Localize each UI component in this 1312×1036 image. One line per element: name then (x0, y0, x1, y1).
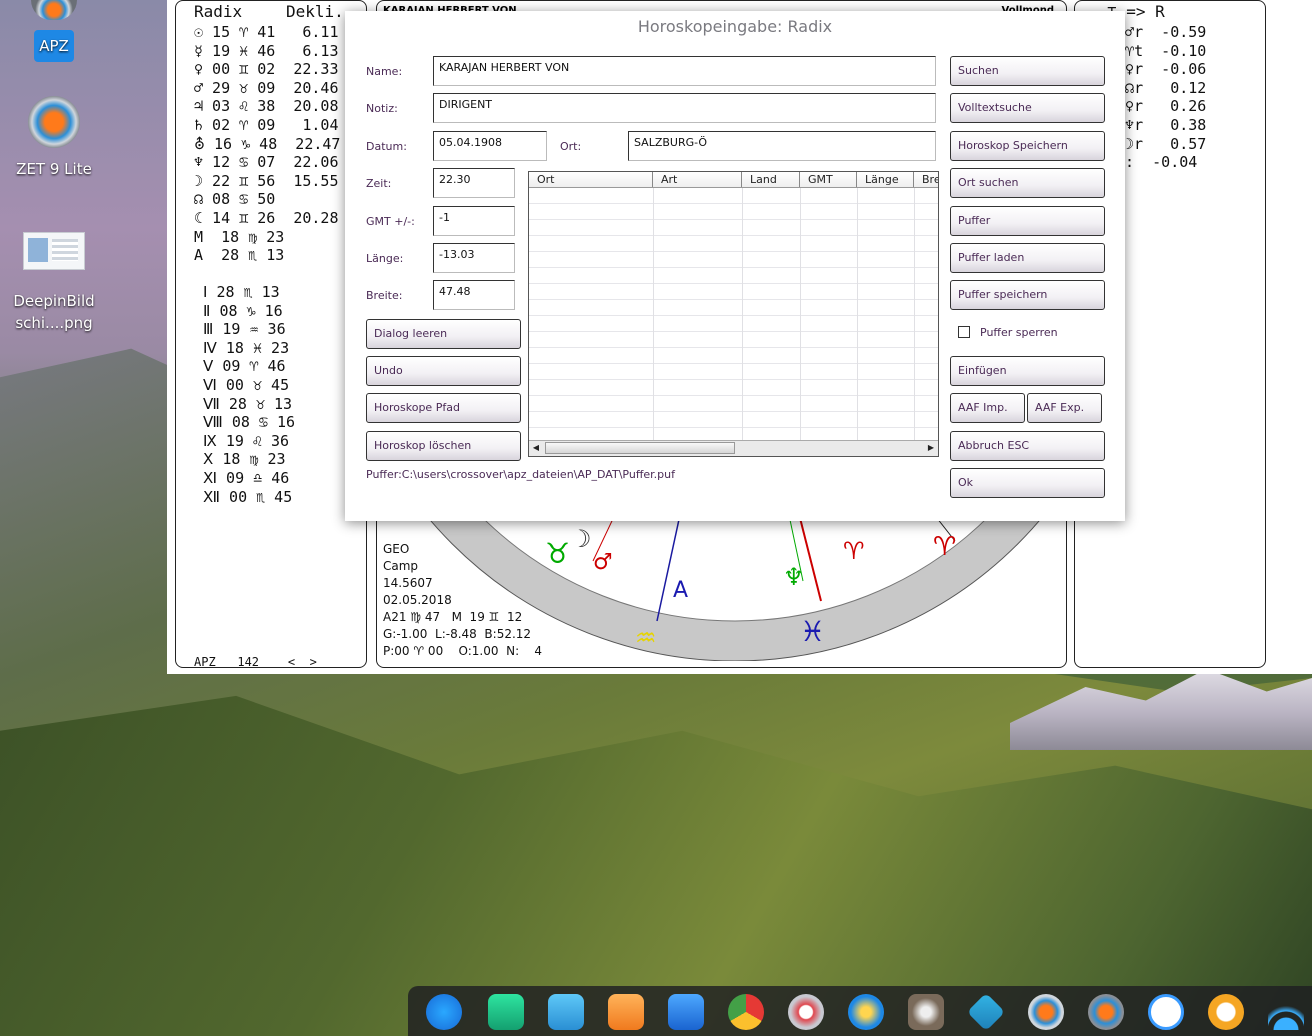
dialog-title: Horoskopeingabe: Radix (637, 17, 833, 36)
dialog-clear-button[interactable]: Dialog leeren (366, 319, 521, 349)
grid-col-laenge[interactable]: Länge (857, 172, 914, 187)
lock-buffer-label: Puffer sperren (980, 326, 1058, 339)
info-line: G:-1.00 L:-8.48 B:52.12 (383, 627, 532, 641)
svg-text:♆: ♆ (783, 563, 805, 591)
clock-icon[interactable] (1208, 994, 1244, 1030)
delete-horoscope-button[interactable]: Horoskop löschen (366, 431, 521, 461)
datum-label: Datum: (366, 140, 407, 153)
settings-icon[interactable] (788, 994, 824, 1030)
launcher-icon[interactable] (426, 994, 462, 1030)
laenge-label: Länge: (366, 252, 404, 265)
apz-footer-nav[interactable]: APZ 142 < > (194, 653, 317, 672)
ort-label: Ort: (560, 140, 582, 153)
svg-text:A: A (673, 578, 688, 603)
planet-positions: ☉ 15 ♈ 41 6.11 N ☿ 19 ♓ 46 6.13 S ♀ 00 ♊… (194, 23, 359, 265)
desktop-icon-label: ZET 9 Lite (16, 160, 92, 178)
grid-column-lines (529, 188, 938, 442)
zeit-label: Zeit: (366, 177, 392, 190)
aaf-import-button[interactable]: AAF Imp. (950, 393, 1025, 423)
apz-icon[interactable] (1028, 994, 1064, 1030)
grid-col-breite[interactable]: Bre (914, 172, 938, 187)
aaf-export-button[interactable]: AAF Exp. (1027, 393, 1102, 423)
grid-horizontal-scrollbar[interactable]: ◀ ▶ (529, 440, 938, 456)
thunder-icon[interactable] (848, 994, 884, 1030)
declination-header: Dekli. (286, 2, 344, 21)
buffer-button[interactable]: Puffer (950, 206, 1105, 236)
gmt-field[interactable]: -1 (433, 206, 515, 236)
save-horoscope-button[interactable]: Horoskop Speichern (950, 131, 1105, 161)
buffer-path: Puffer:C:\users\crossover\apz_dateien\AP… (366, 468, 675, 481)
chrome-icon[interactable] (728, 994, 764, 1030)
house-cusps: Ⅰ 28 ♏ 13 Ⅱ 08 ♑ 16 Ⅲ 19 ♒ 36 Ⅳ 18 ♓ 23 … (203, 283, 296, 506)
info-line: Camp (383, 559, 419, 573)
chart-info-block: GEO Camp 14.5607 02.05.2018 A21 ♍ 47 M 1… (383, 541, 542, 660)
name-label: Name: (366, 65, 403, 78)
radix-panel: Radix Dekli. ☉ 15 ♈ 41 6.11 N ☿ 19 ♓ 46 … (175, 0, 367, 669)
datum-field[interactable]: 05.04.1908 (433, 131, 547, 161)
location-grid[interactable]: Ort Art Land GMT Länge Bre ◀ ▶ (528, 171, 939, 457)
grid-col-ort[interactable]: Ort (529, 172, 653, 187)
svg-text:♈: ♈ (933, 532, 956, 562)
taskbar-dock (408, 986, 1312, 1036)
apz-label-icon: APZ (34, 30, 74, 62)
svg-text:☽: ☽ (570, 525, 592, 553)
insert-button[interactable]: Einfügen (950, 356, 1105, 386)
svg-text:♓: ♓ (800, 615, 825, 648)
notiz-label: Notiz: (366, 102, 398, 115)
grid-col-gmt[interactable]: GMT (800, 172, 857, 187)
name-field[interactable]: KARAJAN HERBERT VON (433, 56, 936, 86)
desktop-icon-apz-top[interactable] (4, 0, 104, 20)
undo-button[interactable]: Undo (366, 356, 521, 386)
scroll-left-icon[interactable]: ◀ (529, 441, 543, 455)
info-line: 14.5607 (383, 576, 433, 590)
gmt-label: GMT +/-: (366, 215, 415, 228)
scroll-thumb[interactable] (545, 442, 735, 454)
desktop-icon-label: DeepinBild schi....png (13, 292, 95, 332)
info-line: GEO (383, 542, 410, 556)
search-location-button[interactable]: Ort suchen (950, 168, 1105, 198)
file-manager-icon[interactable] (548, 994, 584, 1030)
grid-col-land[interactable]: Land (742, 172, 800, 187)
load-buffer-button[interactable]: Puffer laden (950, 243, 1105, 273)
desktop-icon-zet[interactable]: ZET 9 Lite (4, 96, 104, 178)
horoscope-input-dialog: Horoskopeingabe: Radix Name: KARAJAN HER… (345, 11, 1125, 521)
zet-app-icon (28, 96, 80, 148)
wifi-icon[interactable] (1268, 994, 1304, 1030)
ok-button[interactable]: Ok (950, 468, 1105, 498)
radix-header: Radix (194, 2, 243, 21)
video-icon[interactable] (668, 994, 704, 1030)
scroll-right-icon[interactable]: ▶ (924, 441, 938, 455)
ort-field[interactable]: SALZBURG-Ö (628, 131, 936, 161)
info-line: 02.05.2018 (383, 593, 452, 607)
info-line: A21 ♍ 47 M 19 ♊ 12 (383, 610, 523, 624)
fulltext-search-button[interactable]: Volltextsuche (950, 93, 1105, 123)
gimp-icon[interactable] (908, 994, 944, 1030)
svg-text:♒: ♒ (635, 624, 657, 652)
horoscope-path-button[interactable]: Horoskope Pfad (366, 393, 521, 423)
zeit-field[interactable]: 22.30 (433, 168, 515, 198)
save-buffer-button[interactable]: Puffer speichern (950, 280, 1105, 310)
terminal-icon[interactable] (488, 994, 524, 1030)
laenge-field[interactable]: -13.03 (433, 243, 515, 273)
breite-field[interactable]: 47.48 (433, 280, 515, 310)
desktop-icon-screenshot[interactable]: DeepinBild schi....png (4, 232, 104, 334)
cancel-button[interactable]: Abbruch ESC (950, 431, 1105, 461)
kodi-icon[interactable] (966, 992, 1006, 1032)
zet-icon[interactable] (1088, 994, 1124, 1030)
lock-buffer-checkbox[interactable] (958, 326, 970, 338)
image-thumbnail-icon (23, 232, 85, 270)
info-line: P:00 ♈ 00 O:1.00 N: 4 (383, 644, 542, 658)
grid-col-art[interactable]: Art (653, 172, 742, 187)
apz-app-icon (31, 0, 77, 20)
desktop-icon-apz[interactable]: APZ (4, 30, 104, 62)
deepin-icon[interactable] (1148, 994, 1184, 1030)
svg-text:♂: ♂ (593, 550, 613, 575)
search-button[interactable]: Suchen (950, 56, 1105, 86)
svg-text:♉: ♉ (545, 537, 570, 570)
breite-label: Breite: (366, 289, 403, 302)
grid-header: Ort Art Land GMT Länge Bre (529, 172, 938, 188)
notiz-field[interactable]: DIRIGENT (433, 93, 936, 123)
svg-text:♈: ♈ (843, 537, 865, 565)
app-store-icon[interactable] (608, 994, 644, 1030)
